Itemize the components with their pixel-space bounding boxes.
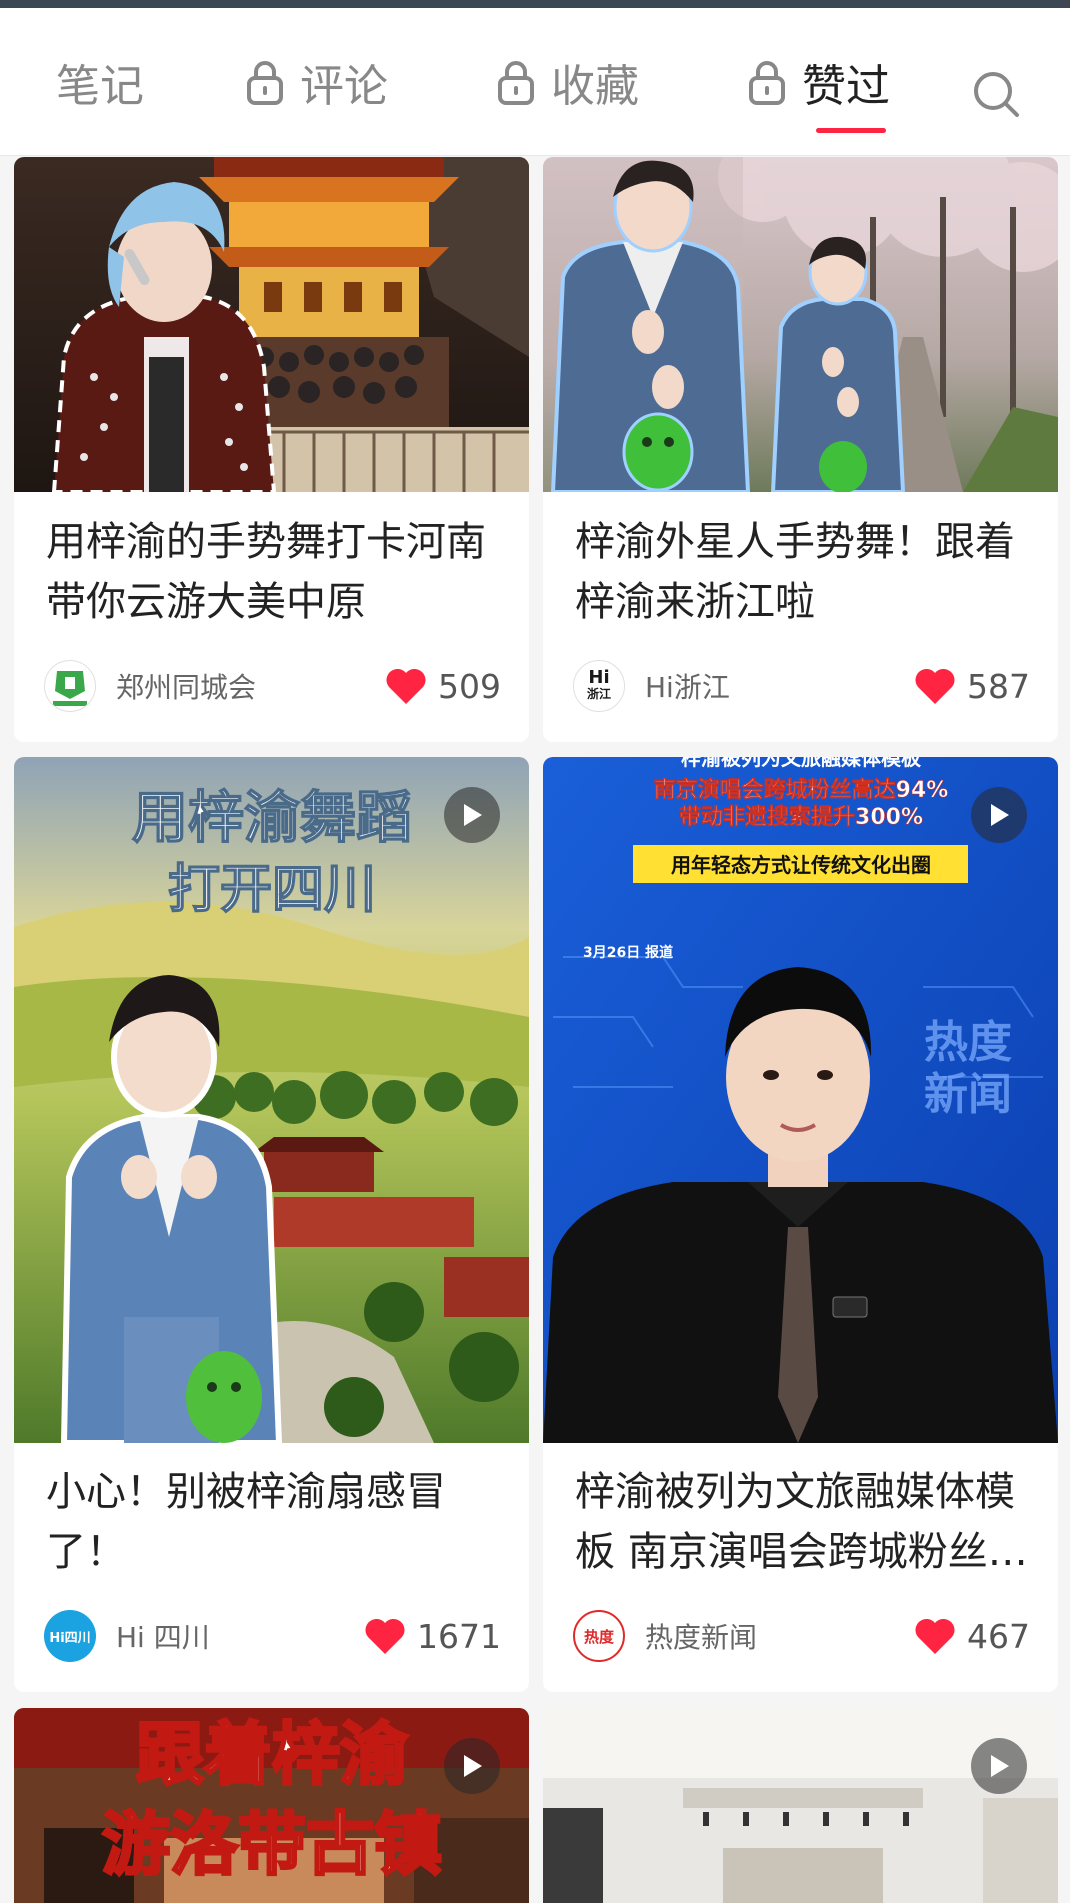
note-card[interactable]: 梓渝外星人手势舞！跟着梓渝来浙江啦 Hi 浙江 Hi浙江 587 xyxy=(543,157,1058,742)
cover-headline-top: 梓渝被列为文旅融媒体模板 xyxy=(681,757,922,770)
like-count: 467 xyxy=(967,1616,1030,1656)
play-icon[interactable] xyxy=(444,1738,500,1794)
like-button[interactable]: 467 xyxy=(913,1609,1030,1663)
play-icon[interactable] xyxy=(971,787,1027,843)
lock-icon xyxy=(247,61,283,105)
heart-icon xyxy=(915,668,955,704)
note-cover-image xyxy=(543,1708,1058,1903)
tab-comments-label: 评论 xyxy=(300,61,388,112)
like-count: 587 xyxy=(967,666,1030,706)
like-button[interactable]: 1671 xyxy=(363,1609,501,1663)
note-card[interactable]: 梓渝被列为文旅融媒体模板 南京演唱会跨城粉丝高达94% 带动非遗搜索提升300%… xyxy=(543,757,1058,1692)
note-author[interactable]: 热度 热度新闻 xyxy=(573,1609,757,1663)
avatar xyxy=(44,660,96,712)
cover-headline-line-2: 带动非遗搜索提升300% xyxy=(679,804,923,830)
cover-headline-line-2: 打开四川 xyxy=(168,860,376,920)
play-icon[interactable] xyxy=(971,1738,1027,1794)
like-count: 509 xyxy=(438,666,501,706)
note-cover-image xyxy=(14,157,529,492)
avatar: Hi 浙江 xyxy=(573,660,625,712)
note-author[interactable]: 郑州同城会 xyxy=(44,659,256,713)
active-tab-indicator xyxy=(816,128,886,133)
status-bar-strip xyxy=(0,0,1070,8)
like-button[interactable]: 587 xyxy=(913,659,1030,713)
heart-icon xyxy=(365,1618,405,1654)
tab-liked[interactable]: 赞过 xyxy=(748,8,890,156)
lock-icon xyxy=(498,61,534,105)
author-name: Hi 四川 xyxy=(116,1621,210,1654)
note-cover-image xyxy=(543,157,1058,492)
cover-headline-line-1: 跟着梓渝 xyxy=(136,1715,408,1795)
note-title[interactable]: 梓渝被列为文旅融媒体模板 南京演唱会跨城粉丝高达94%带动非遗搜索提升300% xyxy=(575,1462,1035,1582)
cover-headline-line-1: 南京演唱会跨城粉丝高达94% xyxy=(654,777,949,803)
play-icon[interactable] xyxy=(444,787,500,843)
note-title[interactable]: 用梓渝的手势舞打卡河南 带你云游大美中原 xyxy=(46,512,506,632)
note-cover-image: 用梓渝舞蹈 打开四川 xyxy=(14,757,529,1443)
tab-favorites-label: 收藏 xyxy=(551,61,639,112)
note-card[interactable]: 跟着梓渝 游洛带古镇 xyxy=(14,1708,529,1903)
tab-notes-label: 笔记 xyxy=(56,61,144,112)
cover-watermark-1: 热度 xyxy=(924,1017,1012,1068)
cover-date: 3月26日 报道 xyxy=(583,944,673,961)
avatar: Hi四川 xyxy=(44,1610,96,1662)
tab-liked-label: 赞过 xyxy=(802,61,890,112)
author-name: 郑州同城会 xyxy=(116,671,257,704)
like-button[interactable]: 509 xyxy=(384,659,501,713)
lock-icon xyxy=(749,61,785,105)
note-author[interactable]: Hi四川 Hi 四川 xyxy=(44,1609,210,1663)
heart-icon xyxy=(915,1618,955,1654)
cover-headline-line-2: 游洛带古镇 xyxy=(102,1805,442,1885)
author-name: Hi浙江 xyxy=(645,671,730,704)
heart-icon xyxy=(386,668,426,704)
note-cover-image: 跟着梓渝 游洛带古镇 xyxy=(14,1708,529,1903)
note-card[interactable]: 用梓渝的手势舞打卡河南 带你云游大美中原 郑州同城会 509 xyxy=(14,157,529,742)
cover-headline-line-1: 用梓渝舞蹈 xyxy=(132,786,412,851)
avatar: 热度 xyxy=(573,1610,625,1662)
profile-tab-bar: 笔记 评论 收藏 赞过 xyxy=(0,8,1070,156)
note-cover-image: 梓渝被列为文旅融媒体模板 南京演唱会跨城粉丝高达94% 带动非遗搜索提升300%… xyxy=(543,757,1058,1443)
cover-watermark-2: 新闻 xyxy=(924,1069,1012,1120)
search-icon[interactable] xyxy=(972,70,1020,118)
note-title[interactable]: 小心！别被梓渝扇感冒了！ xyxy=(46,1462,506,1582)
like-count: 1671 xyxy=(417,1616,501,1656)
note-card[interactable] xyxy=(543,1708,1058,1903)
tab-favorites[interactable]: 收藏 xyxy=(497,8,639,156)
note-title[interactable]: 梓渝外星人手势舞！跟着梓渝来浙江啦 xyxy=(575,512,1035,632)
tab-notes[interactable]: 笔记 xyxy=(56,8,144,156)
cover-banner: 用年轻态方式让传统文化出圈 xyxy=(671,853,931,877)
note-author[interactable]: Hi 浙江 Hi浙江 xyxy=(573,659,730,713)
note-card[interactable]: 用梓渝舞蹈 打开四川 小心！别被梓渝扇感冒了！ Hi四川 Hi 四川 1671 xyxy=(14,757,529,1692)
author-name: 热度新闻 xyxy=(645,1621,758,1654)
tab-comments[interactable]: 评论 xyxy=(246,8,388,156)
